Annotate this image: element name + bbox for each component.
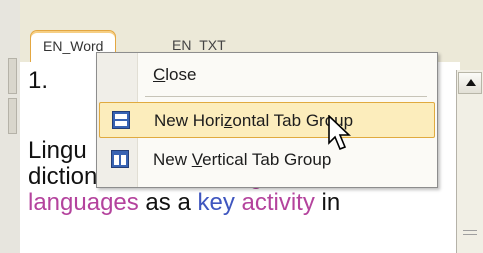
vertical-scrollbar[interactable] (456, 70, 483, 253)
tab-context-menu: Close New Horizontal Tab Group New Verti… (96, 52, 438, 188)
menu-item-label: New Horizontal Tab Group (154, 111, 354, 130)
scroll-grip-icon[interactable] (463, 230, 477, 235)
vertical-tab-group-icon (111, 150, 129, 168)
frame-notch (8, 58, 17, 94)
menu-item-new-vertical-tab-group[interactable]: New Vertical Tab Group (99, 142, 435, 178)
horizontal-tab-group-icon (112, 111, 130, 129)
highlighted-word[interactable]: activity (242, 189, 315, 216)
menu-item-label: New Vertical Tab Group (153, 150, 332, 169)
menu-item-label: Close (153, 65, 197, 84)
frame-notch (8, 98, 17, 134)
editor-line: languages as a key activity in (28, 188, 340, 218)
vertical-mnemonic: V (191, 150, 203, 169)
horizontal-mnemonic: z (223, 111, 233, 130)
editor-text: in (314, 189, 341, 216)
menu-item-close[interactable]: Close (99, 57, 435, 93)
mouse-pointer-icon (328, 115, 352, 151)
editor-line: 1. (28, 67, 49, 94)
highlighted-word[interactable]: languages (28, 189, 139, 216)
close-mnemonic: C (153, 65, 166, 84)
left-window-frame (0, 0, 21, 253)
editor-text (235, 189, 242, 216)
menu-item-new-horizontal-tab-group[interactable]: New Horizontal Tab Group (99, 102, 435, 138)
highlighted-word[interactable]: key (197, 189, 234, 216)
scroll-up-button[interactable] (458, 72, 482, 94)
menu-separator (145, 96, 427, 97)
editor-text: as a (138, 189, 198, 216)
